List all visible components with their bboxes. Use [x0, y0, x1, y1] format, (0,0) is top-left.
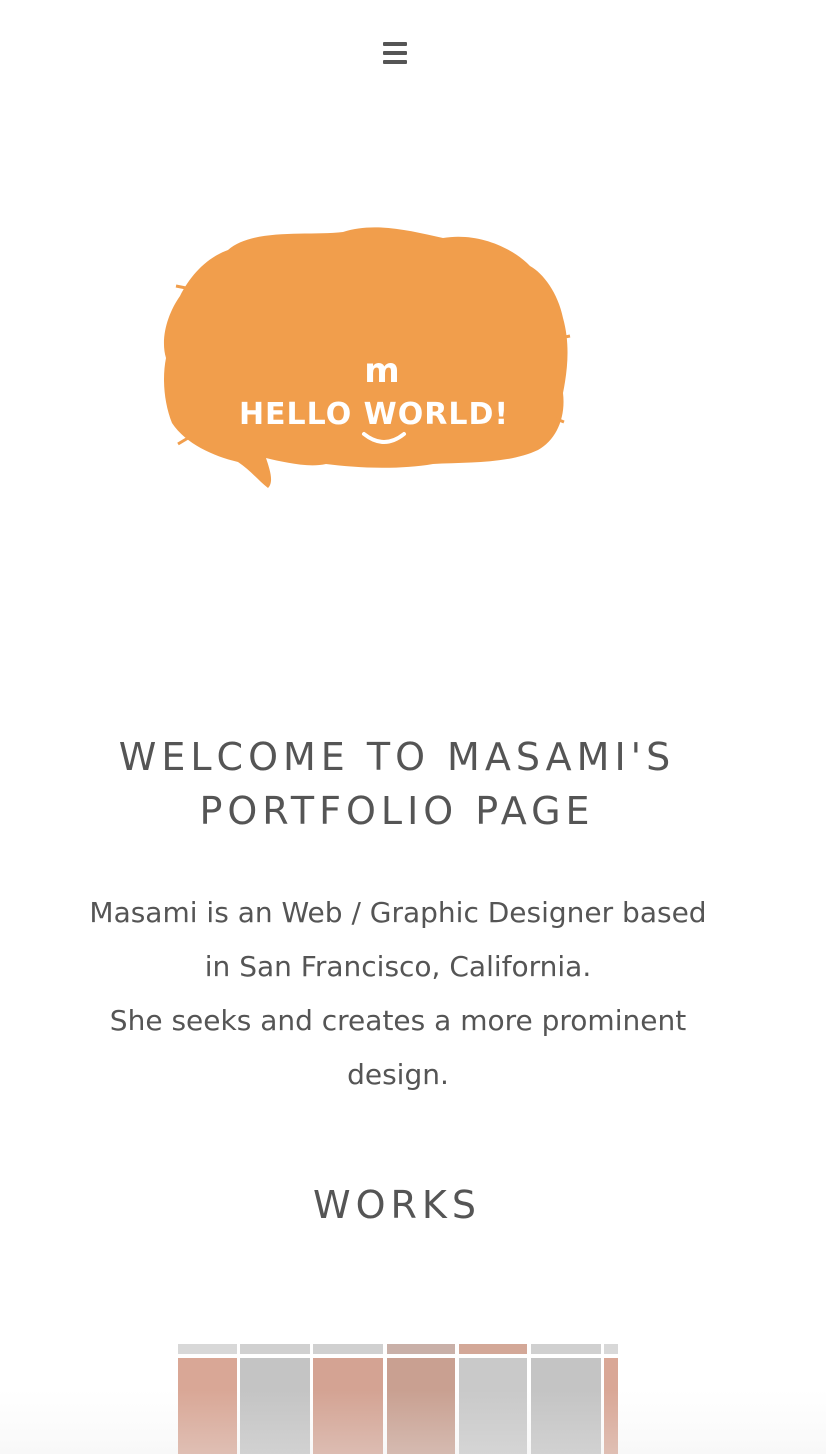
welcome-title-line-2: PORTFOLIO PAGE	[199, 789, 595, 833]
work-thumbnail[interactable]	[178, 1344, 237, 1454]
hamburger-menu-icon[interactable]	[383, 42, 407, 66]
intro-line-1: Masami is an Web / Graphic Designer base…	[89, 896, 707, 929]
hello-world-logo: m HELLO WORLD!	[158, 218, 573, 498]
works-gallery[interactable]	[178, 1344, 618, 1454]
intro-line-4: design.	[347, 1058, 449, 1091]
welcome-title: WELCOME TO MASAMI'S PORTFOLIO PAGE	[40, 730, 754, 838]
work-thumbnail[interactable]	[604, 1344, 618, 1454]
work-thumbnail[interactable]	[240, 1344, 310, 1454]
works-title: WORKS	[313, 1183, 481, 1227]
intro-line-3: She seeks and creates a more prominent	[109, 1004, 687, 1037]
intro-line-2: in San Francisco, California.	[204, 950, 592, 983]
work-thumbnail[interactable]	[531, 1344, 601, 1454]
work-thumbnail[interactable]	[459, 1344, 527, 1454]
work-thumbnail[interactable]	[313, 1344, 383, 1454]
logo-initial: m	[364, 351, 399, 391]
welcome-title-line-1: WELCOME TO MASAMI'S	[118, 735, 676, 779]
intro-text: Masami is an Web / Graphic Designer base…	[30, 886, 766, 1102]
logo-text: HELLO WORLD!	[239, 397, 509, 432]
work-thumbnail[interactable]	[387, 1344, 455, 1454]
